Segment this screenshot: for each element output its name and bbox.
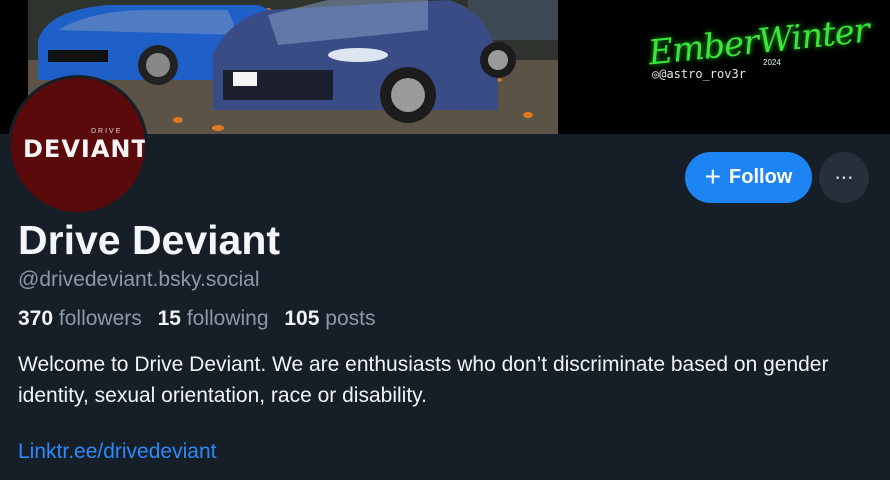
profile-handle: @drivedeviant.bsky.social xyxy=(18,268,260,291)
profile-stats: 370 followers 15 following 105 posts xyxy=(18,307,385,331)
signature-year: 2024 xyxy=(763,58,781,67)
avatar-logo-small-text: DRIVE xyxy=(91,128,123,135)
following-count: 15 xyxy=(157,307,181,330)
following-label: following xyxy=(186,307,269,330)
follow-button[interactable]: + Follow xyxy=(685,152,812,203)
followers-count: 370 xyxy=(18,307,54,330)
avatar-logo: DRIVE DEVIANT xyxy=(11,78,145,212)
following-stat[interactable]: 15 following xyxy=(158,307,285,330)
follow-button-label: Follow xyxy=(729,166,793,188)
posts-label: posts xyxy=(325,307,376,330)
followers-label: followers xyxy=(58,307,142,330)
display-name: Drive Deviant xyxy=(18,217,281,263)
more-options-button[interactable]: ··· xyxy=(819,152,869,203)
profile-bio: Welcome to Drive Deviant. We are enthusi… xyxy=(18,353,829,407)
artist-handle-text: @astro_rov3r xyxy=(659,67,746,81)
artist-handle: ◎@astro_rov3r xyxy=(652,67,746,81)
profile-link[interactable]: Linktr.ee/drivedeviant xyxy=(18,440,216,464)
avatar-logo-big-text: DEVIANT xyxy=(23,135,145,163)
posts-count: 105 xyxy=(284,307,320,330)
followers-stat[interactable]: 370 followers xyxy=(18,307,158,330)
ellipsis-icon: ··· xyxy=(834,165,854,190)
posts-stat: 105 posts xyxy=(284,307,385,330)
profile-avatar[interactable]: DRIVE DEVIANT xyxy=(8,75,148,215)
plus-icon: + xyxy=(704,160,722,192)
